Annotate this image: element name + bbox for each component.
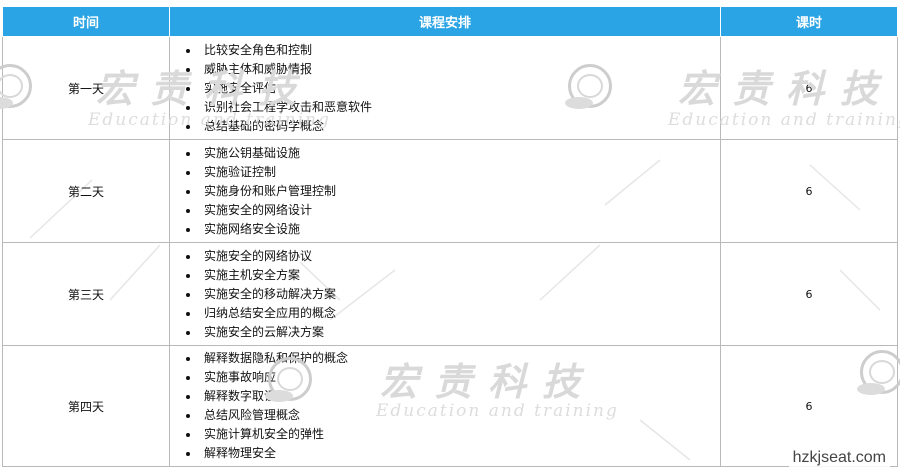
list-item: 实施网络安全设施 [200,220,720,239]
course-schedule-table: 时间 课程安排 课时 第一天 比较安全角色和控制 威胁主体和威胁情报 实施安全评… [2,6,898,467]
list-item: 实施身份和账户管理控制 [200,182,720,201]
list-item: 实施公钥基础设施 [200,144,720,163]
list-item: 解释数据隐私和保护的概念 [200,349,720,368]
list-item: 比较安全角色和控制 [200,41,720,60]
list-item: 实施安全的网络设计 [200,201,720,220]
topic-list: 比较安全角色和控制 威胁主体和威胁情报 实施安全评估 识别社会工程学攻击和恶意软… [170,41,720,136]
header-time: 时间 [2,6,170,37]
list-item: 实施安全评估 [200,79,720,98]
day-cell: 第二天 [2,139,170,243]
hours-cell: 6 [720,139,898,243]
list-item: 识别社会工程学攻击和恶意软件 [200,98,720,117]
topics-cell: 解释数据隐私和保护的概念 实施事故响应 解释数字取证 总结风险管理概念 实施计算… [169,345,721,467]
topic-list: 实施安全的网络协议 实施主机安全方案 实施安全的移动解决方案 归纳总结安全应用的… [170,247,720,342]
header-plan: 课程安排 [169,6,721,37]
day-cell: 第一天 [2,36,170,140]
header-hours: 课时 [720,6,898,37]
list-item: 总结基础的密码学概念 [200,117,720,136]
day-cell: 第四天 [2,345,170,467]
list-item: 实施事故响应 [200,368,720,387]
hours-cell: 6 [720,242,898,346]
table-row: 第四天 解释数据隐私和保护的概念 实施事故响应 解释数字取证 总结风险管理概念 … [2,345,898,467]
list-item: 实施计算机安全的弹性 [200,425,720,444]
hours-cell: 6 [720,36,898,140]
list-item: 解释数字取证 [200,387,720,406]
list-item: 总结风险管理概念 [200,406,720,425]
topic-list: 解释数据隐私和保护的概念 实施事故响应 解释数字取证 总结风险管理概念 实施计算… [170,349,720,463]
site-watermark: hzkjseat.com [788,447,890,469]
topics-cell: 实施安全的网络协议 实施主机安全方案 实施安全的移动解决方案 归纳总结安全应用的… [169,242,721,346]
table-row: 第三天 实施安全的网络协议 实施主机安全方案 实施安全的移动解决方案 归纳总结安… [2,242,898,346]
topics-cell: 实施公钥基础设施 实施验证控制 实施身份和账户管理控制 实施安全的网络设计 实施… [169,139,721,243]
list-item: 实施验证控制 [200,163,720,182]
list-item: 实施安全的移动解决方案 [200,285,720,304]
day-cell: 第三天 [2,242,170,346]
table-row: 第一天 比较安全角色和控制 威胁主体和威胁情报 实施安全评估 识别社会工程学攻击… [2,36,898,140]
list-item: 实施主机安全方案 [200,266,720,285]
list-item: 威胁主体和威胁情报 [200,60,720,79]
table-row: 第二天 实施公钥基础设施 实施验证控制 实施身份和账户管理控制 实施安全的网络设… [2,139,898,243]
topics-cell: 比较安全角色和控制 威胁主体和威胁情报 实施安全评估 识别社会工程学攻击和恶意软… [169,36,721,140]
list-item: 实施安全的网络协议 [200,247,720,266]
list-item: 实施安全的云解决方案 [200,323,720,342]
list-item: 解释物理安全 [200,444,720,463]
topic-list: 实施公钥基础设施 实施验证控制 实施身份和账户管理控制 实施安全的网络设计 实施… [170,144,720,239]
list-item: 归纳总结安全应用的概念 [200,304,720,323]
header-row: 时间 课程安排 课时 [2,6,898,37]
